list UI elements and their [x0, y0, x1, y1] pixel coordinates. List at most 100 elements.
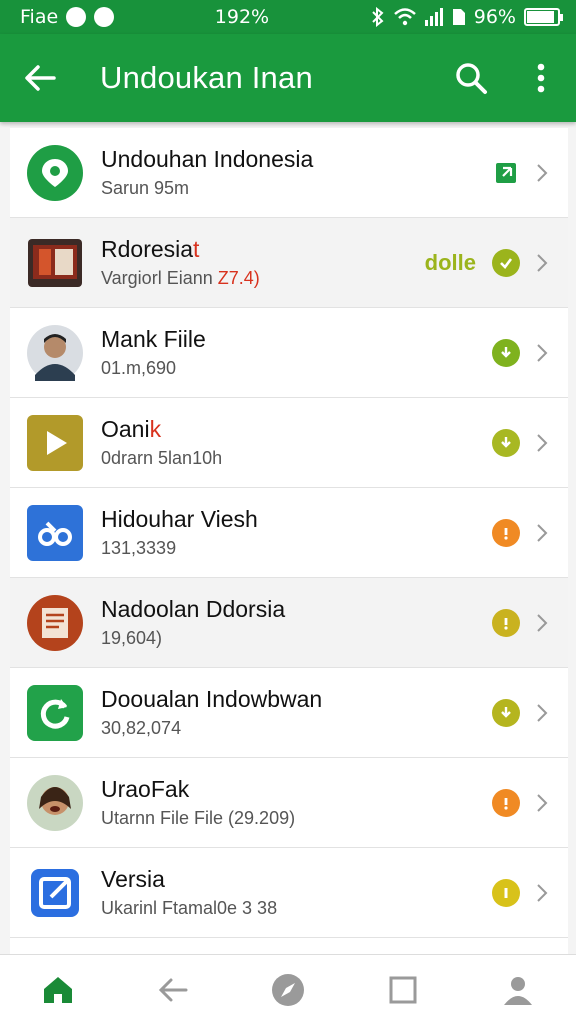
title-suffix: t	[193, 236, 200, 262]
profile-photo-icon	[27, 324, 83, 381]
list-item[interactable]: Mank Fiile 01.m,690	[10, 308, 568, 398]
list-item-text: Mank Fiile 01.m,690	[101, 326, 492, 379]
status-right: 96%	[370, 6, 563, 28]
alert-icon[interactable]	[492, 788, 520, 817]
play-icon	[27, 414, 83, 471]
overflow-menu-button[interactable]	[506, 34, 576, 122]
status-bar: Fiae 192% 96%	[0, 0, 576, 34]
list-item-subtitle: Utarnn File File (29.209)	[101, 808, 296, 828]
edit-icon	[27, 865, 83, 921]
bluetooth-icon	[372, 7, 384, 27]
search-icon	[456, 63, 487, 94]
wifi-icon	[393, 8, 416, 26]
nav-home-button[interactable]	[28, 960, 88, 1020]
list-item-text: Nadoolan Ddorsia 19,604)	[101, 596, 492, 649]
list-item-title: Nadoolan Ddorsia	[101, 596, 286, 622]
battery-text: 96%	[473, 6, 516, 28]
arrow-left-icon	[158, 978, 188, 1001]
person-icon	[504, 976, 533, 1005]
status-tag: dolle	[424, 249, 476, 275]
download-check-icon[interactable]	[492, 248, 520, 277]
battery-icon	[523, 8, 563, 26]
list-item[interactable]: Versia Ukarinl Ftamal0e 3 38	[10, 848, 568, 938]
notification-icon	[66, 7, 87, 27]
list-item[interactable]: Nadoolan Ddorsia 19,604)	[10, 578, 568, 668]
map-pin-icon	[27, 144, 83, 201]
nav-tabs-button[interactable]	[373, 960, 433, 1020]
app-logo-icon	[27, 504, 83, 561]
back-button[interactable]	[0, 34, 80, 122]
list-item-subtitle: 19,604)	[101, 628, 163, 648]
list-item[interactable]: Dooualan Indowbwan 30,82,074	[10, 668, 568, 758]
alert-icon[interactable]	[492, 608, 520, 637]
status-left: Fiae	[20, 6, 115, 28]
bottom-navigation	[0, 954, 576, 1024]
sim-icon	[452, 9, 465, 25]
list-item-subtitle: 131,3339	[101, 538, 177, 558]
battery-fill	[526, 11, 554, 23]
list-item-text: Oanik 0drarn 5lan10h	[101, 416, 492, 469]
list-item-text: Hidouhar Viesh 131,3339	[101, 506, 492, 559]
compass-icon	[271, 973, 304, 1006]
list-item-text: Dooualan Indowbwan 30,82,074	[101, 686, 492, 739]
profile-photo-icon	[27, 774, 83, 831]
download-list: Undouhan Indonesia Sarun 95m Rdoresiat V…	[10, 128, 568, 954]
list-item-subtitle: Ukarinl Ftamal0e 3 38	[101, 898, 278, 918]
nav-profile-button[interactable]	[488, 960, 548, 1020]
list-item[interactable]: Rdoresiat Vargiorl Eiann Z7.4) dolle	[10, 218, 568, 308]
list-item[interactable]: Hidouhar Viesh 131,3339	[10, 488, 568, 578]
photo-thumbnail-icon	[27, 235, 83, 291]
nav-discover-button[interactable]	[258, 960, 318, 1020]
list-item-subtitle: 30,82,074	[101, 718, 182, 738]
carrier-label: Fiae	[20, 6, 59, 28]
download-icon[interactable]	[492, 698, 520, 727]
open-external-icon[interactable]	[492, 159, 520, 187]
clock-icon	[94, 7, 115, 27]
list-item-title: Versia	[101, 866, 165, 892]
signal-icon	[424, 8, 443, 26]
list-item[interactable]: Undouhan Indonesia Sarun 95m	[10, 128, 568, 218]
list-item-text: UraoFak Utarnn File File (29.209)	[101, 776, 492, 829]
list-item[interactable]: Oanik 0drarn 5lan10h	[10, 398, 568, 488]
chevron-right-icon	[530, 341, 554, 365]
title-suffix: k	[149, 416, 162, 442]
home-icon	[43, 976, 72, 1003]
list-item-title: Mank Fiile	[101, 326, 206, 352]
list-item-subtitle: Sarun 95m	[101, 178, 190, 198]
status-center-text: 192%	[214, 6, 270, 28]
list-item-subtitle: 01.m,690	[101, 358, 177, 378]
app-bar: Undoukan Inan	[0, 34, 576, 122]
list-item-title: Oanik	[101, 416, 162, 442]
square-icon	[389, 976, 417, 1003]
list-item[interactable]: UraoFak Utarnn File File (29.209)	[10, 758, 568, 848]
chevron-right-icon	[530, 881, 554, 905]
chevron-right-icon	[530, 701, 554, 725]
chevron-right-icon	[530, 611, 554, 635]
list-item-subtitle: 0drarn 5lan10h	[101, 448, 223, 468]
chevron-right-icon	[530, 161, 554, 185]
info-icon[interactable]	[492, 878, 520, 907]
nav-back-button[interactable]	[143, 960, 203, 1020]
page-title: Undoukan Inan	[100, 60, 313, 95]
list-item-title: Undouhan Indonesia	[101, 146, 314, 172]
subtitle-suffix: Z7.4)	[217, 268, 260, 288]
list-item-title: Rdoresiat	[101, 236, 200, 262]
download-icon[interactable]	[492, 428, 520, 457]
alert-icon[interactable]	[492, 518, 520, 547]
list-item-title: Dooualan Indowbwan	[101, 686, 323, 712]
chevron-right-icon	[530, 251, 554, 275]
download-icon[interactable]	[492, 338, 520, 367]
chevron-right-icon	[530, 521, 554, 545]
document-icon	[27, 594, 83, 651]
refresh-icon	[27, 684, 83, 741]
list-item-partial[interactable]	[10, 938, 568, 954]
list-item-text: Rdoresiat Vargiorl Eiann Z7.4)	[101, 236, 425, 289]
list-item-text: Versia Ukarinl Ftamal0e 3 38	[101, 866, 492, 919]
list-item-title: Hidouhar Viesh	[101, 506, 258, 532]
more-vert-icon	[537, 63, 545, 93]
search-button[interactable]	[436, 34, 506, 122]
list-item-subtitle: Vargiorl Eiann Z7.4)	[101, 268, 260, 288]
chevron-right-icon	[530, 431, 554, 455]
list-item-title: UraoFak	[101, 776, 190, 802]
list-item-text: Undouhan Indonesia Sarun 95m	[101, 146, 492, 199]
